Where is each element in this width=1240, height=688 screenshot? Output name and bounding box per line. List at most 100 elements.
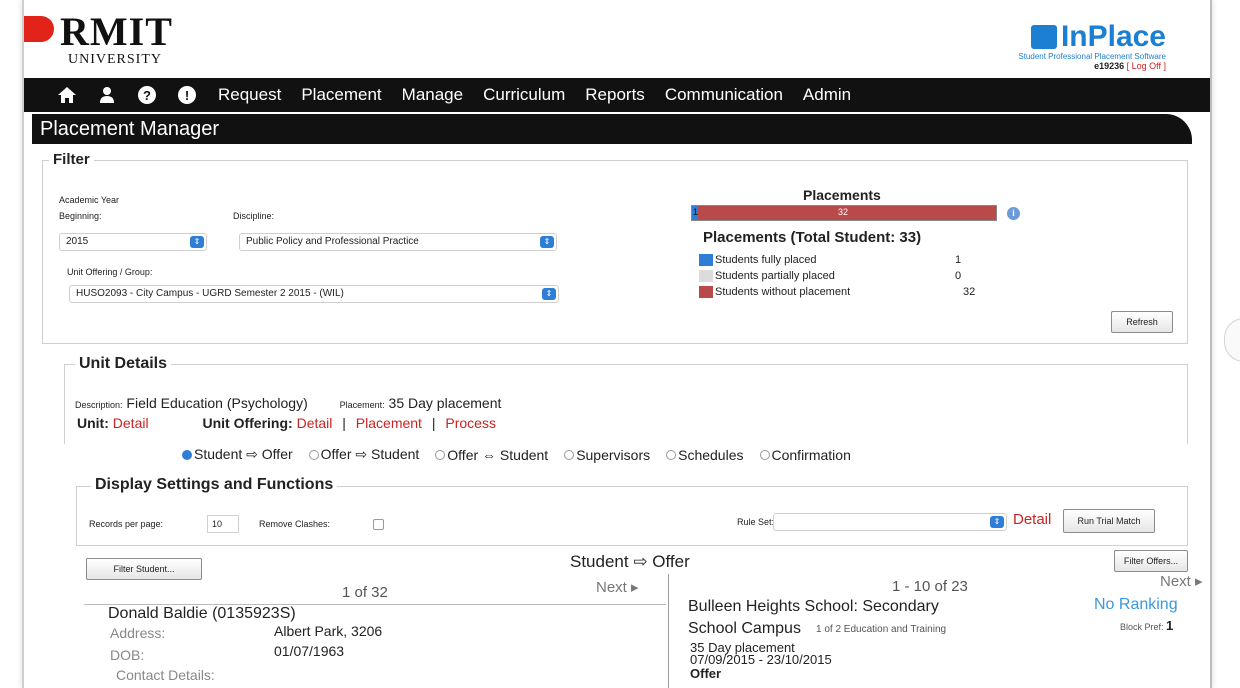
legend-fully-value: 1 (955, 254, 962, 266)
mode-confirmation[interactable]: Confirmation (759, 446, 851, 463)
offer-type: Offer (690, 666, 722, 681)
offering-detail-link[interactable]: Detail (297, 415, 333, 431)
placements-bar-fully-value: 1 (693, 207, 699, 217)
nav-manage[interactable]: Manage (402, 85, 463, 105)
offering-placement-link[interactable]: Placement (356, 415, 422, 431)
pane-divider (668, 574, 669, 688)
offer-ranking: No Ranking (1094, 596, 1178, 613)
block-pref-label: Block Pref: (1120, 622, 1164, 632)
offer-card[interactable]: Bulleen Heights School: Secondary No Ran… (670, 596, 1200, 688)
display-settings-fieldset: Display Settings and Functions Records p… (76, 476, 1188, 546)
placements-bar: 1 32 (691, 205, 997, 221)
legend-fully-placed: Students fully placed 1 (699, 254, 979, 266)
help-icon[interactable]: ? (132, 85, 162, 105)
page-title: Placement Manager (32, 114, 1192, 144)
placement-label: Placement: (339, 400, 385, 410)
filter-student-button[interactable]: Filter Student... (86, 558, 202, 580)
rule-set-label: Rule Set: (737, 517, 775, 527)
logoff-link[interactable]: [ Log Off ] (1127, 61, 1166, 71)
offer-name-line1: Bulleen Heights School: Secondary (688, 598, 939, 615)
nav-communication[interactable]: Communication (665, 85, 783, 105)
radio-icon (308, 449, 319, 460)
select-arrow-icon: ⇕ (542, 288, 556, 300)
svg-text:!: ! (185, 88, 189, 103)
records-per-page-input[interactable]: 10 (207, 515, 239, 533)
user-icon[interactable] (92, 85, 122, 105)
offer-count: 1 of 2 Education and Training (816, 624, 947, 635)
dob-label: DOB: (110, 647, 145, 663)
unit-label: Unit: (77, 415, 109, 431)
inplace-brand: InPlace Student Professional Placement S… (1018, 20, 1166, 71)
student-card[interactable]: Donald Baldie (0135923S) Address: Albert… (84, 604, 666, 688)
alert-icon[interactable]: ! (172, 85, 202, 105)
unit-offering-label: Unit Offering: (202, 415, 293, 431)
description-value: Field Education (Psychology) (126, 395, 308, 411)
info-icon[interactable]: i (1007, 207, 1020, 220)
unit-offering-label: Unit Offering / Group: (67, 267, 153, 277)
radio-icon (759, 449, 770, 460)
unit-offering-select[interactable]: HUSO2093 - City Campus - UGRD Semester 2… (69, 285, 559, 303)
app-window: RMIT UNIVERSITY InPlace Student Professi… (22, 0, 1212, 688)
student-pager: 1 of 32 (342, 584, 388, 601)
remove-clashes-label: Remove Clashes: (259, 519, 331, 529)
user-info: e19236 [ Log Off ] (1018, 61, 1166, 71)
legend-swatch-gray (699, 270, 713, 282)
legend-partially-value: 0 (955, 270, 962, 282)
refresh-button[interactable]: Refresh (1111, 311, 1173, 333)
placements-title: Placements (803, 187, 881, 203)
offer-next-link[interactable]: Next ▸ (1160, 572, 1203, 590)
radio-icon (666, 449, 677, 460)
rmit-logo-subtext: UNIVERSITY (68, 52, 162, 67)
beginning-select[interactable]: 2015 ⇕ (59, 233, 207, 251)
select-arrow-icon: ⇕ (190, 236, 204, 248)
nav-request[interactable]: Request (218, 85, 281, 105)
mode-student-offer[interactable]: Student ⇨ Offer (182, 446, 293, 463)
remove-clashes-checkbox[interactable] (373, 519, 384, 530)
unit-links-line: Unit: Detail Unit Offering: Detail | Pla… (77, 415, 496, 431)
beginning-value: 2015 (66, 236, 89, 247)
nav-placement[interactable]: Placement (301, 85, 381, 105)
rule-set-select[interactable]: ⇕ (773, 513, 1007, 531)
address-value: Albert Park, 3206 (274, 623, 383, 639)
discipline-value: Public Policy and Professional Practice (246, 236, 419, 247)
home-icon[interactable] (52, 85, 82, 105)
header: RMIT UNIVERSITY InPlace Student Professi… (24, 0, 1210, 78)
mode-radio-group: Student ⇨ Offer Offer ⇨ Student Offer ⇔ … (182, 446, 851, 463)
nav-reports[interactable]: Reports (585, 85, 645, 105)
filter-offers-button[interactable]: Filter Offers... (1114, 550, 1188, 572)
academic-year-label: Academic Year (59, 195, 120, 205)
nav-curriculum[interactable]: Curriculum (483, 85, 565, 105)
link-separator: | (342, 415, 346, 431)
nav-admin[interactable]: Admin (803, 85, 851, 105)
placement-value: 35 Day placement (388, 395, 502, 411)
placements-bar-without-value: 32 (838, 207, 849, 217)
side-scroll-handle[interactable] (1224, 318, 1240, 362)
offer-dates: 07/09/2015 - 23/10/2015 (690, 652, 832, 667)
select-arrow-icon: ⇕ (540, 236, 554, 248)
filter-legend: Filter (49, 151, 94, 168)
mode-supervisors[interactable]: Supervisors (564, 446, 650, 463)
inplace-logo-icon (1030, 25, 1057, 49)
placements-subtitle: Placements (Total Student: 33) (703, 229, 922, 246)
svg-text:?: ? (143, 88, 151, 103)
rmit-logo-text: RMIT (60, 9, 173, 54)
contact-details-label: Contact Details: (116, 667, 215, 683)
beginning-label: Beginning: (59, 211, 102, 221)
mode-offer-student[interactable]: Offer ⇨ Student (308, 446, 419, 463)
mode-offer-both[interactable]: Offer ⇔ Student (435, 446, 548, 463)
student-next-link[interactable]: Next ▸ (596, 578, 639, 596)
run-trial-match-button[interactable]: Run Trial Match (1063, 509, 1155, 533)
offering-process-link[interactable]: Process (445, 415, 496, 431)
student-name: Donald Baldie (0135923S) (108, 605, 296, 622)
unit-detail-link[interactable]: Detail (113, 415, 149, 431)
link-separator: | (431, 415, 436, 431)
inplace-logo-text: InPlace (1060, 20, 1166, 53)
records-per-page-label: Records per page: (89, 519, 164, 529)
rule-set-detail-link[interactable]: Detail (1013, 511, 1051, 528)
discipline-select[interactable]: Public Policy and Professional Practice … (239, 233, 557, 251)
mode-schedules[interactable]: Schedules (666, 446, 744, 463)
user-id: e19236 (1094, 61, 1125, 71)
unit-description-line: Description: Field Education (Psychology… (75, 395, 501, 411)
discipline-label: Discipline: (233, 211, 275, 221)
offer-name-line2: School Campus (688, 620, 801, 637)
